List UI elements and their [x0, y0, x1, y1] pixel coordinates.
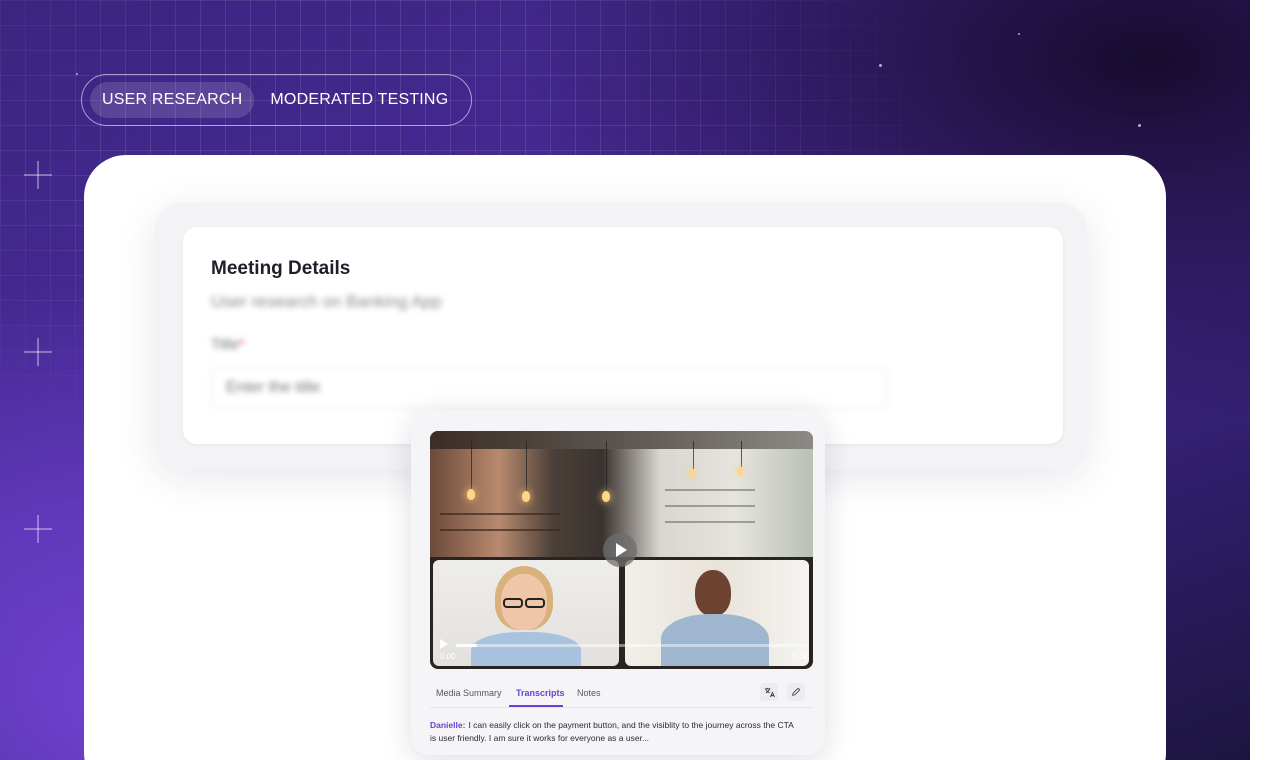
plus-decoration-icon	[24, 515, 52, 543]
lamp-wire	[693, 441, 694, 469]
transcript-speaker: Danielle:	[430, 720, 466, 730]
lamp-wire	[606, 441, 607, 491]
tab-notes[interactable]: Notes	[577, 688, 601, 698]
play-icon[interactable]	[440, 639, 448, 649]
pencil-icon[interactable]	[787, 683, 805, 701]
participant-face	[695, 570, 731, 616]
meeting-details-title: Meeting Details	[211, 258, 351, 279]
current-time: 0:00	[440, 652, 456, 661]
scene-shelf	[665, 489, 755, 491]
lamp-bulb-icon	[522, 491, 530, 502]
glasses-icon	[525, 598, 545, 608]
sparkle-decoration	[76, 73, 78, 75]
sparkle-decoration	[1018, 33, 1020, 35]
media-tabs: Media Summary Transcripts Notes	[430, 683, 813, 708]
translate-icon[interactable]	[760, 683, 778, 701]
lamp-bulb-icon	[737, 467, 743, 475]
participant-tile-danielle	[433, 560, 619, 666]
participant-tile-man	[625, 560, 809, 666]
scene-ceiling	[430, 431, 813, 449]
scene-shelf	[665, 521, 755, 523]
video-player[interactable]: 0:00 8:24	[430, 431, 813, 669]
tab-media-summary[interactable]: Media Summary	[436, 688, 502, 698]
participant-body	[471, 632, 581, 666]
plus-decoration-icon	[24, 338, 52, 366]
plus-decoration-icon	[24, 161, 52, 189]
chip-user-research[interactable]: USER RESEARCH	[90, 82, 255, 118]
scene-shelf	[665, 505, 755, 507]
lamp-wire	[741, 441, 742, 467]
lamp-bulb-icon	[467, 489, 475, 500]
lamp-bulb-icon	[689, 469, 695, 477]
scene-shelf	[440, 529, 560, 531]
lamp-bulb-icon	[602, 491, 610, 502]
title-input[interactable]	[211, 367, 887, 409]
glasses-icon	[503, 598, 523, 608]
sparkle-decoration	[879, 64, 882, 67]
participant-body	[661, 614, 769, 666]
lamp-wire	[471, 441, 472, 489]
lamp-wire	[526, 441, 527, 491]
tabs-divider	[430, 707, 813, 708]
transcript-text: I can easily click on the payment button…	[430, 720, 794, 743]
title-field-label-text: Title	[211, 336, 239, 353]
playback-progress-bar[interactable]	[456, 644, 806, 647]
scene-shelf	[440, 513, 560, 515]
required-mark: *	[238, 336, 245, 353]
category-chips: USER RESEARCH MODERATED TESTING	[81, 74, 472, 126]
sparkle-decoration	[1138, 124, 1141, 127]
transcript-entry: Danielle: I can easily click on the payme…	[430, 719, 800, 745]
tab-transcripts[interactable]: Transcripts	[516, 688, 565, 698]
playback-progress-fill	[456, 644, 477, 647]
duration-time: 8:24	[791, 652, 807, 661]
chip-moderated-testing[interactable]: MODERATED TESTING	[258, 82, 460, 118]
title-field-label: Title*	[211, 336, 245, 353]
meeting-details-subtitle: User research on Banking App	[211, 292, 442, 311]
play-overlay-button[interactable]	[603, 533, 637, 567]
